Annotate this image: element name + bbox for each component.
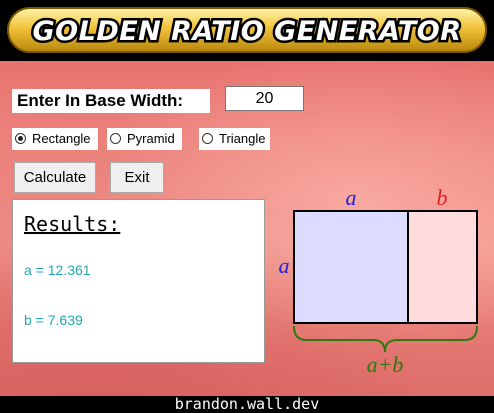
label-a-side: a [279,253,290,278]
radio-rectangle-selected-icon [15,133,26,144]
exit-button[interactable]: Exit [110,162,164,193]
radio-pyramid[interactable]: Pyramid [107,128,182,150]
title-graphic: GOLDEN RATIO GENERATOR [7,7,487,53]
results-panel: Results: a = 12.361 b = 7.639 [12,199,265,363]
golden-rectangle-diagram: a b a a+b [279,185,478,377]
radio-rectangle-label: Rectangle [32,131,91,146]
app-title: GOLDEN RATIO GENERATOR [33,16,462,47]
label-sum: a+b [367,352,404,377]
segment-b-rect [407,210,478,324]
footer-credit: brandon.wall.dev [0,396,494,413]
radio-triangle-label: Triangle [219,131,266,146]
calculate-button[interactable]: Calculate [14,162,96,193]
radio-triangle-icon [202,133,213,144]
label-b-top: b [437,185,448,210]
results-title: Results: [24,212,121,236]
label-a-top: a [346,185,357,210]
segment-a-rect [293,210,409,324]
base-width-label: Enter In Base Width: [12,89,210,113]
sum-brace [293,325,478,353]
radio-pyramid-icon [110,133,121,144]
result-b: b = 7.639 [24,312,83,328]
radio-pyramid-label: Pyramid [127,131,175,146]
title-banner: GOLDEN RATIO GENERATOR [0,0,494,61]
radio-rectangle[interactable]: Rectangle [12,128,98,150]
result-a: a = 12.361 [24,262,91,278]
base-width-input[interactable] [225,86,304,111]
radio-triangle[interactable]: Triangle [199,128,270,150]
